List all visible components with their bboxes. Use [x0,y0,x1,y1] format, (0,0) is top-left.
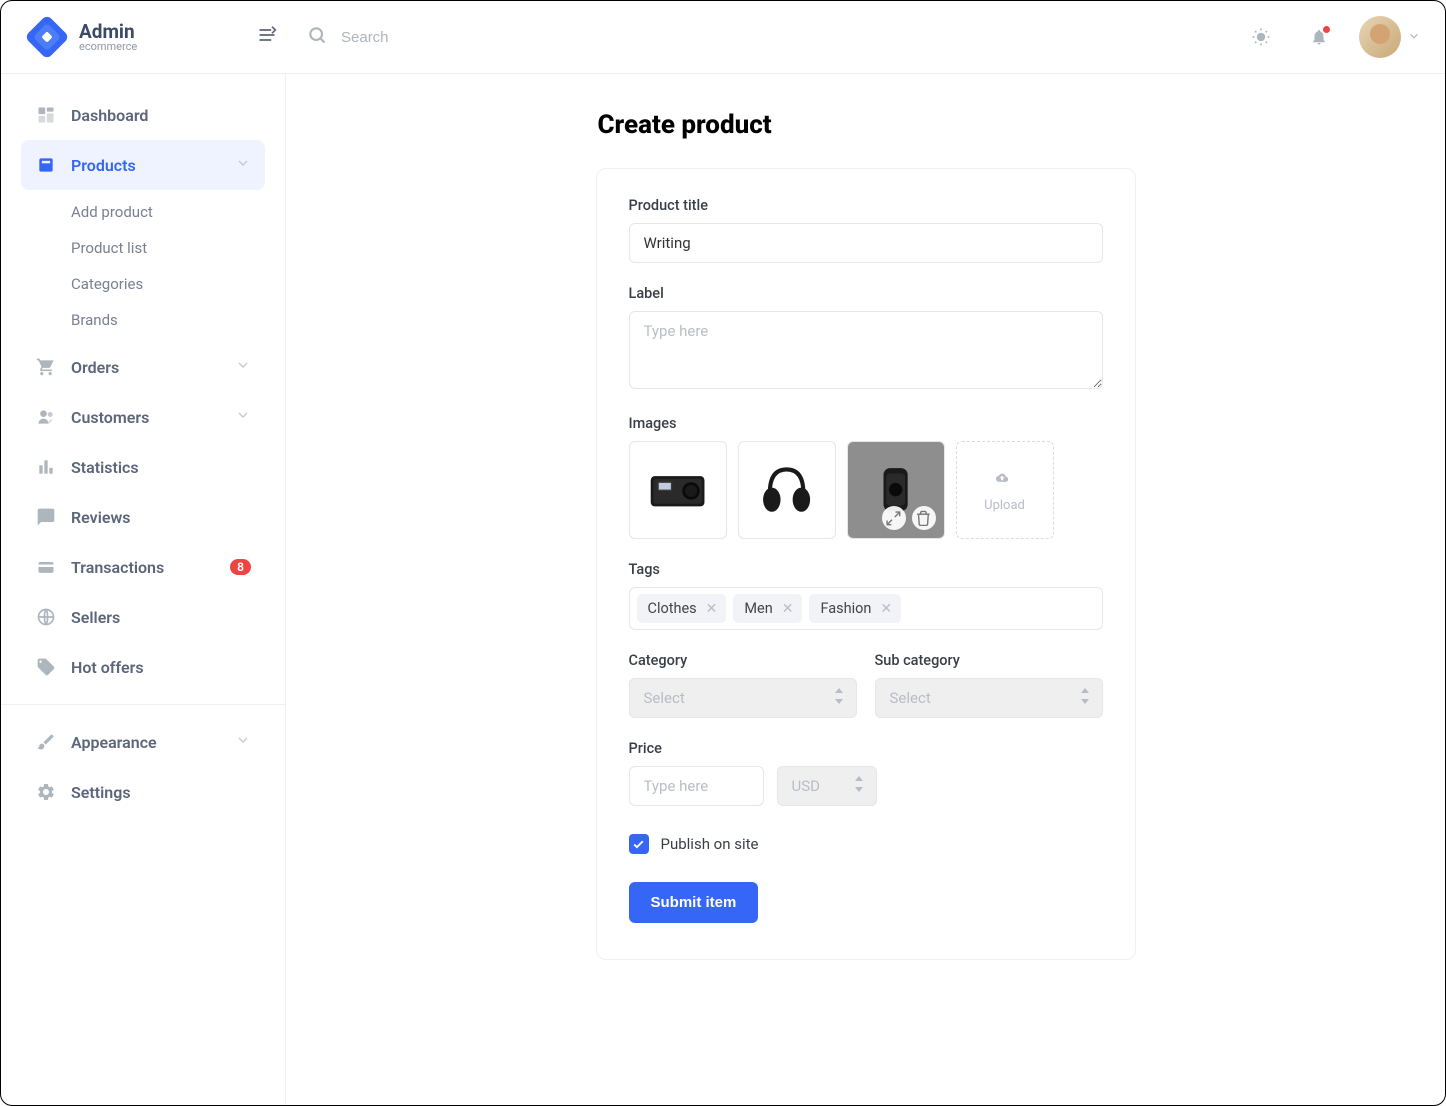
tag-item: Men ✕ [733,594,802,623]
logo-subtitle: ecommerce [79,41,137,53]
appearance-icon [35,731,57,753]
publish-checkbox[interactable] [629,834,649,854]
sidebar-item-label: Statistics [71,458,139,477]
tags-input[interactable]: Clothes ✕ Men ✕ Fashion ✕ [629,587,1103,630]
search-icon [307,25,327,49]
tags-label: Tags [629,561,1103,578]
transactions-icon [35,556,57,578]
tag-label: Men [744,600,772,617]
sidebar-item-label: Orders [71,358,119,377]
sidebar-item-hot-offers[interactable]: Hot offers [21,642,265,692]
upload-label: Upload [984,498,1025,513]
sidebar-item-label: Customers [71,408,149,427]
images-label: Images [629,415,1103,432]
sidebar-item-label: Dashboard [71,106,148,125]
label-textarea[interactable] [629,311,1103,389]
category-label: Category [629,652,857,669]
logo-mark [25,15,69,59]
upload-image-button[interactable]: Upload [956,441,1054,539]
sidebar-item-label: Settings [71,783,131,802]
tag-item: Clothes ✕ [637,594,727,623]
sidebar-item-label: Appearance [71,733,157,752]
sidebar-item-label: Hot offers [71,658,144,677]
page-title: Create product [596,110,1136,140]
sidebar-item-transactions[interactable]: Transactions 8 [21,542,265,592]
sub-category-label: Sub category [875,652,1103,669]
products-icon [35,154,57,176]
sidebar-item-label: Transactions [71,558,164,577]
sidebar-item-label: Sellers [71,608,120,627]
search-input[interactable] [341,29,541,46]
submit-button[interactable]: Submit item [629,882,759,923]
theme-toggle-button[interactable] [1243,19,1279,55]
customers-icon [35,406,57,428]
sidebar-item-sellers[interactable]: Sellers [21,592,265,642]
sub-category-select[interactable]: Select [875,678,1103,718]
sidebar-subitem-categories[interactable]: Categories [71,270,265,298]
tag-item: Fashion ✕ [809,594,901,623]
statistics-icon [35,456,57,478]
price-input[interactable] [629,766,764,806]
image-expand-button[interactable] [882,506,906,530]
image-thumb-camera[interactable] [629,441,727,539]
tag-remove-button[interactable]: ✕ [782,601,794,617]
sidebar-item-dashboard[interactable]: Dashboard [21,90,265,140]
notification-dot [1323,26,1330,33]
sellers-icon [35,606,57,628]
cloud-upload-icon [996,467,1014,492]
sidebar-item-settings[interactable]: Settings [21,767,265,817]
product-title-label: Product title [629,197,1103,214]
chevron-down-icon [235,732,251,753]
orders-icon [35,356,57,378]
sidebar-item-appearance[interactable]: Appearance [21,717,265,767]
currency-select[interactable]: USD [777,766,877,806]
sidebar-subitem-product-list[interactable]: Product list [71,234,265,262]
sidebar-item-label: Reviews [71,508,131,527]
chevron-down-icon [235,155,251,176]
image-thumb-headphones[interactable] [738,441,836,539]
settings-icon [35,781,57,803]
category-select[interactable]: Select [629,678,857,718]
sidebar-item-orders[interactable]: Orders [21,342,265,392]
sidebar-item-products[interactable]: Products [21,140,265,190]
image-delete-button[interactable] [912,506,936,530]
label-field-label: Label [629,285,1103,302]
sidebar-item-label: Products [71,156,136,175]
tag-remove-button[interactable]: ✕ [880,601,892,617]
sidebar-subitem-add-product[interactable]: Add product [71,198,265,226]
sidebar-divider [1,704,285,705]
sidebar-item-statistics[interactable]: Statistics [21,442,265,492]
sidebar-subitem-brands[interactable]: Brands [71,306,265,334]
sidebar-item-reviews[interactable]: Reviews [21,492,265,542]
logo[interactable]: Admin ecommerce [25,15,257,59]
price-label: Price [629,740,1103,757]
avatar [1359,16,1401,58]
sidebar-item-customers[interactable]: Customers [21,392,265,442]
chevron-down-icon [1407,28,1421,47]
product-title-input[interactable] [629,223,1103,263]
chevron-down-icon [235,357,251,378]
reviews-icon [35,506,57,528]
tag-label: Clothes [648,600,697,617]
tag-label: Fashion [820,600,871,617]
chevron-down-icon [235,407,251,428]
dashboard-icon [35,104,57,126]
hot-offers-icon [35,656,57,678]
logo-title: Admin [79,22,137,42]
notifications-button[interactable] [1301,19,1337,55]
transactions-badge: 8 [230,559,251,575]
menu-toggle-button[interactable] [257,25,277,49]
image-thumb-watch[interactable] [847,441,945,539]
user-menu-button[interactable] [1359,16,1421,58]
tag-remove-button[interactable]: ✕ [706,601,718,617]
publish-label: Publish on site [661,835,759,853]
